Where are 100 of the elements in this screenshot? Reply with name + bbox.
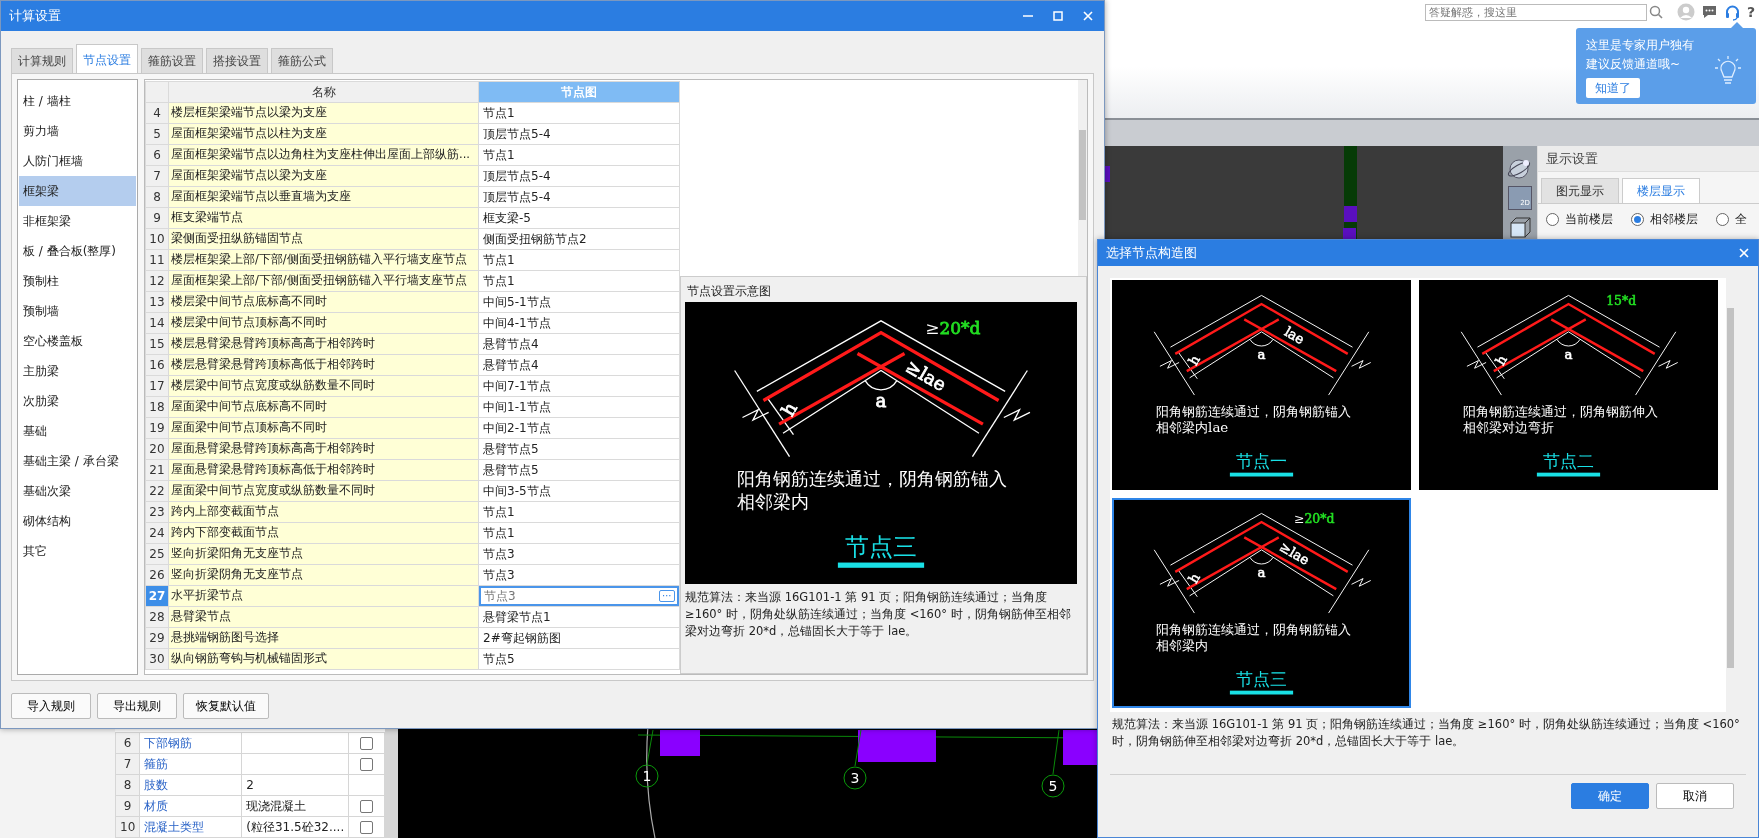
row-number[interactable]: 8 xyxy=(145,186,169,208)
category-item[interactable]: 剪力墙 xyxy=(19,116,136,146)
dimension-label: a xyxy=(1257,346,1266,362)
radio-button[interactable] xyxy=(1631,212,1644,226)
row-number[interactable]: 13 xyxy=(145,291,169,313)
tab[interactable]: 搭接设置 xyxy=(206,48,268,73)
table-cell: 悬臂梁节点 xyxy=(168,606,479,628)
scrollbar[interactable] xyxy=(1078,80,1087,276)
diagram-caption: 阳角钢筋连续通过，阴角钢筋锚入 相邻梁内lae xyxy=(1156,404,1352,436)
tab[interactable]: 节点设置 xyxy=(76,44,138,73)
table-cell: 侧面受扭钢筋节点2 xyxy=(478,228,680,250)
category-item[interactable]: 板 / 叠合板(整厚) xyxy=(19,236,136,266)
row-number[interactable]: 17 xyxy=(145,375,169,397)
dimension-label: h xyxy=(1185,570,1203,586)
row-number[interactable]: 22 xyxy=(145,480,169,502)
search-field[interactable]: 答疑解惑，搜这里 xyxy=(1425,3,1647,21)
table-cell: 跨内上部变截面节点 xyxy=(168,501,479,523)
row-number[interactable]: 29 xyxy=(145,627,169,649)
tab[interactable]: 箍筋设置 xyxy=(141,48,203,73)
category-item[interactable]: 基础次梁 xyxy=(19,476,136,506)
axis-marker xyxy=(843,766,867,790)
close-icon[interactable] xyxy=(1738,247,1750,259)
node-field[interactable]: 节点3 ⋯ xyxy=(479,586,679,606)
title-underline xyxy=(1229,472,1294,477)
table-cell: 楼层悬臂梁悬臂跨顶标高高于相邻跨时 xyxy=(168,333,479,355)
chat-icon[interactable] xyxy=(1701,4,1718,20)
row-number[interactable]: 6 xyxy=(145,144,169,166)
browse-button[interactable]: ⋯ xyxy=(659,590,675,602)
radio-label: 当前楼层 xyxy=(1565,211,1613,228)
checkbox[interactable] xyxy=(360,737,374,750)
table-cell: 悬臂节点5 xyxy=(478,438,680,460)
node-option[interactable]: 15*d a h 阳角钢筋连续通过，阴角钢筋伸入 相邻梁对边弯折 节点二 xyxy=(1419,280,1718,490)
row-number[interactable]: 25 xyxy=(145,543,169,565)
row-number[interactable]: 15 xyxy=(145,333,169,355)
action-button[interactable]: 导出规则 xyxy=(97,693,177,719)
radio-button[interactable] xyxy=(1546,212,1559,226)
table-cell: 顶层节点5-4 xyxy=(478,165,680,187)
dimension-label: h xyxy=(777,398,802,420)
row-number[interactable]: 18 xyxy=(145,396,169,418)
table-cell: 中间7-1节点 xyxy=(478,375,680,397)
row-number[interactable]: 5 xyxy=(145,123,169,145)
row-number[interactable]: 28 xyxy=(145,606,169,628)
row-number[interactable]: 19 xyxy=(145,417,169,439)
table-cell: 楼层框架梁端节点以梁为支座 xyxy=(168,102,479,124)
got-it-button[interactable]: 知道了 xyxy=(1586,78,1640,98)
row-number[interactable]: 23 xyxy=(145,501,169,523)
checkbox[interactable] xyxy=(360,758,374,771)
row-number[interactable]: 11 xyxy=(145,249,169,271)
property-name: 肢数 xyxy=(139,774,242,796)
row-number[interactable]: 30 xyxy=(145,648,169,670)
confirm-button[interactable]: 确定 xyxy=(1571,783,1649,809)
category-item[interactable]: 主肋梁 xyxy=(19,356,136,386)
row-number[interactable]: 9 xyxy=(145,207,169,229)
category-item[interactable]: 基础 xyxy=(19,416,136,446)
category-item[interactable]: 其它 xyxy=(19,536,136,566)
row-number[interactable]: 26 xyxy=(145,564,169,586)
row-number[interactable]: 20 xyxy=(145,438,169,460)
row-number[interactable]: 7 xyxy=(145,165,169,187)
tab[interactable]: 计算规则 xyxy=(11,48,73,73)
dimension-label: h xyxy=(1185,352,1203,368)
row-number[interactable]: 12 xyxy=(145,270,169,292)
table-cell: 楼层梁中间节点宽度或纵筋数量不同时 xyxy=(168,375,479,397)
table-cell: 框支梁-5 xyxy=(478,207,680,229)
action-button[interactable]: 导入规则 xyxy=(11,693,91,719)
table-cell: 节点5 xyxy=(478,648,680,670)
headset-icon[interactable] xyxy=(1724,3,1741,21)
checkbox[interactable] xyxy=(360,821,374,834)
column-header[interactable]: 名称 xyxy=(168,81,479,103)
category-item[interactable]: 预制墙 xyxy=(19,296,136,326)
help-button[interactable]: ? xyxy=(1747,1,1759,23)
tab[interactable]: 箍筋公式 xyxy=(271,48,333,73)
row-number[interactable]: 14 xyxy=(145,312,169,334)
table-cell: 屋面框架梁端节点以梁为支座 xyxy=(168,165,479,187)
action-button[interactable]: 恢复默认值 xyxy=(183,693,269,719)
row-number[interactable]: 4 xyxy=(145,102,169,124)
category-item[interactable]: 框架梁 xyxy=(19,176,136,206)
checkbox[interactable] xyxy=(360,800,374,813)
category-item[interactable]: 次肋梁 xyxy=(19,386,136,416)
category-item[interactable]: 柱 / 墙柱 xyxy=(19,86,136,116)
row-number[interactable]: 21 xyxy=(145,459,169,481)
tab[interactable]: 图元显示 xyxy=(1541,178,1619,203)
tab[interactable]: 楼层显示 xyxy=(1622,178,1700,203)
node-option[interactable]: lae a h 阳角钢筋连续通过，阴角钢筋锚入 相邻梁内lae 节点一 xyxy=(1112,280,1411,490)
table-cell: 节点1 xyxy=(478,102,680,124)
category-item[interactable]: 空心楼盖板 xyxy=(19,326,136,356)
row-number[interactable]: 16 xyxy=(145,354,169,376)
row-number[interactable]: 10 xyxy=(145,228,169,250)
cancel-button[interactable]: 取消 xyxy=(1656,783,1734,809)
category-item[interactable]: 砌体结构 xyxy=(19,506,136,536)
maximize-icon[interactable] xyxy=(1052,10,1064,22)
node-option[interactable]: ≥20*d ≥lae a h 阳角钢筋连续通过，阴角钢筋锚入 相邻梁内 节点三 xyxy=(1112,498,1411,708)
close-icon[interactable] xyxy=(1082,10,1094,22)
row-number[interactable]: 24 xyxy=(145,522,169,544)
table-cell: 屋面梁中间节点宽度或纵筋数量不同时 xyxy=(168,480,479,502)
category-item[interactable]: 非框架梁 xyxy=(19,206,136,236)
category-item[interactable]: 预制柱 xyxy=(19,266,136,296)
dialog-title: 选择节点构造图 xyxy=(1106,244,1197,263)
category-item[interactable]: 基础主梁 / 承台梁 xyxy=(19,446,136,476)
radio-button[interactable] xyxy=(1716,212,1729,226)
category-item[interactable]: 人防门框墙 xyxy=(19,146,136,176)
